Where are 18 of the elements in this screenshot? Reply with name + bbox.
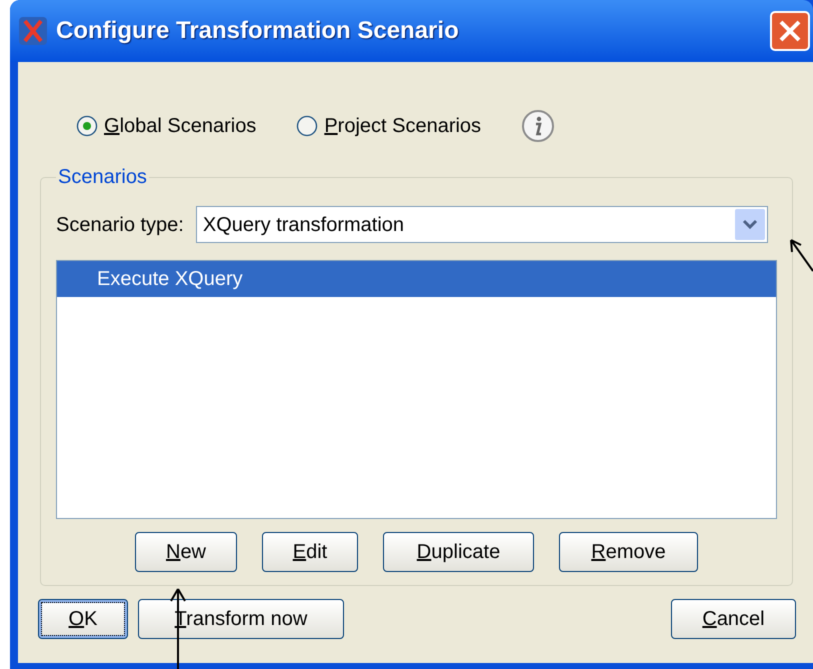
info-icon[interactable] [521,109,556,143]
radio-label[interactable]: Project Scenarios [324,111,482,141]
radio-button[interactable] [76,115,98,137]
group-title: Scenarios [57,165,148,190]
action-button[interactable]: Remove [559,532,698,572]
close-button[interactable] [770,11,810,51]
radio-button[interactable] [296,115,318,137]
radio-label[interactable]: Global Scenarios [104,111,256,141]
scenario-type-dropdown[interactable]: XQuery transformation [196,206,768,243]
scenario-type-label: Scenario type: [56,212,184,238]
app-icon [18,16,48,46]
action-button[interactable]: Duplicate [383,532,534,572]
dialog-button[interactable]: OK [38,599,128,639]
scenario-list-item[interactable]: Execute XQuery [57,261,776,297]
action-button[interactable]: New [135,532,237,572]
dialog-button[interactable]: Cancel [671,599,796,639]
action-button[interactable]: Edit [262,532,358,572]
window-title: Configure Transformation Scenario [56,16,459,46]
